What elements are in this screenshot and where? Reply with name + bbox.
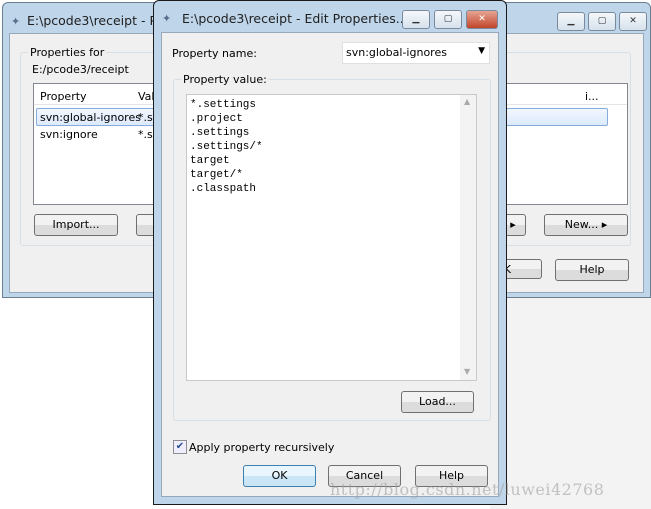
help-button[interactable]: Help	[555, 259, 629, 281]
row-name: svn:ignore	[40, 128, 98, 141]
close-button[interactable]: ✕	[466, 10, 498, 29]
load-button[interactable]: Load...	[401, 391, 474, 413]
minimize-button[interactable]: ▁	[557, 12, 585, 31]
value-line: target	[190, 155, 230, 167]
group-label: Properties for	[28, 46, 107, 59]
new-button[interactable]: New... ▸	[544, 214, 628, 236]
scroll-down-icon[interactable]: ▼	[464, 367, 470, 376]
value-line: .settings	[190, 127, 250, 139]
watermark: http://blog.csdn.net/luwei42768	[330, 480, 605, 499]
value-line: .settings/*	[190, 141, 263, 153]
value-line: *.settings	[190, 99, 257, 111]
maximize-button[interactable]: ▢	[588, 12, 616, 31]
row-name: svn:global-ignores	[40, 111, 141, 124]
tortoise-icon: ✦	[162, 12, 172, 25]
property-name-combo[interactable]: svn:global-ignores ▼	[342, 42, 490, 64]
scroll-up-icon[interactable]: ▲	[464, 97, 470, 106]
chevron-down-icon: ▼	[478, 46, 485, 56]
close-button[interactable]: ✕	[619, 12, 647, 31]
window-title: E:\pcode3\receipt - P	[27, 13, 157, 28]
recursive-checkbox[interactable]: ✔	[173, 440, 187, 454]
recursive-label[interactable]: Apply property recursively	[189, 441, 334, 454]
property-value-label: Property value:	[181, 73, 269, 86]
ok-button[interactable]: OK	[243, 465, 316, 487]
value-line: target/*	[190, 169, 243, 181]
value-line: .classpath	[190, 183, 257, 195]
edit-properties-dialog: ✦ E:\pcode3\receipt - Edit Properties...…	[153, 0, 507, 505]
column-property[interactable]: Property	[40, 90, 87, 103]
path-label: E:/pcode3/receipt	[32, 63, 129, 76]
tortoise-icon: ✦	[11, 15, 21, 28]
maximize-button[interactable]: ▢	[434, 10, 462, 29]
property-name-label: Property name:	[172, 47, 257, 60]
property-value-text: *.settings .project .settings .settings/* ta…	[190, 98, 263, 196]
desktop-area	[490, 297, 651, 509]
dialog-title: E:\pcode3\receipt - Edit Properties...	[182, 11, 408, 26]
vertical-scrollbar[interactable]: ▲ ▼	[460, 95, 476, 380]
property-value-textarea[interactable]: *.settings .project .settings .settings/* ta…	[186, 94, 477, 381]
column-i[interactable]: i...	[585, 90, 599, 103]
value-line: .project	[190, 113, 243, 125]
combo-value: svn:global-ignores	[346, 46, 447, 59]
minimize-button[interactable]: ▁	[402, 10, 430, 29]
import-button[interactable]: Import...	[34, 214, 118, 236]
